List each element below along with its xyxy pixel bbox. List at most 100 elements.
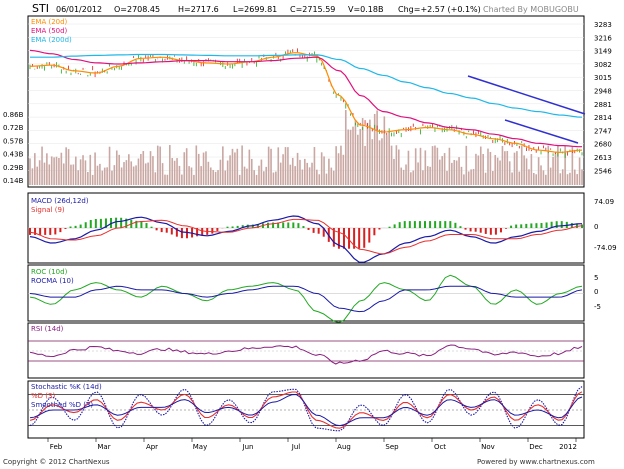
volume-bar: [169, 145, 171, 185]
macd-histogram-bar: [505, 228, 508, 229]
volume-bar: [506, 151, 509, 185]
x-tick-label: Jun: [242, 443, 254, 451]
macd-histogram-bar: [89, 220, 92, 228]
macd-histogram-bar: [489, 228, 492, 235]
macd-histogram-bar: [373, 228, 376, 236]
macd-histogram-bar: [449, 221, 452, 228]
macd-histogram-bar: [231, 226, 234, 228]
volume-bar: [55, 156, 58, 185]
macd-histogram-bar: [287, 222, 290, 228]
volume-bar: [349, 129, 352, 185]
volume-bar: [190, 167, 193, 185]
volume-bar: [258, 165, 260, 185]
volume-bar: [118, 154, 120, 185]
macd-legend: MACD (26d,12d): [31, 197, 89, 205]
volume-bar: [48, 164, 51, 185]
volume-bar: [226, 160, 229, 185]
volume-bar: [135, 165, 137, 185]
macd-histogram-bar: [484, 228, 487, 234]
copyright-label: Copyright © 2012 ChartNexus: [3, 458, 110, 466]
volume-bar: [532, 173, 535, 185]
volume-bar: [67, 149, 70, 185]
volume-bar: [43, 162, 46, 185]
volume-bar: [373, 113, 376, 185]
ema200-legend: EMA (200d): [31, 36, 72, 44]
volume-bar: [111, 170, 113, 185]
macd-histogram-bar: [59, 228, 62, 233]
volume-bar: [164, 174, 166, 185]
volume-bar: [573, 169, 576, 185]
volume-bar: [120, 167, 123, 185]
volume-bar: [455, 160, 458, 185]
macd-histogram-bar: [530, 223, 533, 228]
volume-bar: [405, 164, 407, 185]
macd-histogram-bar: [170, 228, 173, 235]
volume-bar: [294, 166, 296, 185]
volume-bar: [142, 151, 145, 185]
macd-histogram-bar: [464, 228, 467, 230]
volume-bar: [296, 152, 299, 185]
price-tick-label: 3015: [594, 74, 612, 82]
volume-bar: [561, 169, 564, 185]
price-tick-label: 2948: [594, 88, 612, 96]
volume-bar: [487, 148, 489, 185]
volume-axis-ticks: 0.86B 0.72B 0.57B 0.43B 0.29B 0.14B: [3, 111, 24, 185]
roc-tick-label: 5: [594, 274, 598, 282]
volume-bar: [354, 119, 357, 185]
volume-bar: [311, 162, 313, 185]
price-tick-label: 2680: [594, 141, 612, 149]
volume-bar: [489, 151, 492, 185]
volume-bar: [484, 172, 487, 185]
volume-bar: [115, 150, 118, 185]
volume-bar: [441, 156, 443, 185]
macd-histogram-bar: [358, 228, 361, 249]
volume-bar: [576, 174, 578, 185]
volume-bar: [166, 174, 169, 185]
macd-histogram-bar: [398, 222, 401, 228]
volume-bar: [446, 170, 448, 185]
volume-bar: [496, 157, 499, 185]
volume-bar: [284, 147, 287, 185]
macd-histogram-bar: [292, 222, 295, 228]
price-tick-label: 2613: [594, 154, 612, 162]
roc-legend: ROC (10d): [31, 268, 68, 276]
volume-bar: [74, 156, 77, 185]
volume-bar: [306, 162, 309, 185]
rocma-legend: ROCMA (10): [31, 277, 74, 285]
open-label: O=2708.45: [114, 5, 160, 14]
macd-histogram-bar: [120, 217, 123, 228]
volume-bar: [313, 147, 316, 185]
volume-bar: [229, 155, 231, 185]
roc-panel: ROC (10d) ROCMA (10) 5 0 -5: [27, 264, 601, 324]
macd-histogram-bar: [560, 221, 563, 228]
macd-histogram-bar: [84, 222, 87, 228]
volume-bar: [492, 171, 494, 185]
volume-bar: [467, 171, 470, 185]
price-tick-label: 2747: [594, 127, 612, 135]
volume-bar: [299, 159, 301, 185]
volume-bar: [426, 166, 429, 185]
volume-bar: [470, 169, 472, 185]
volume-bar: [525, 158, 528, 185]
volume-bar: [231, 148, 234, 185]
price-tick-label: 3283: [594, 21, 612, 29]
price-axis-ticks: 3283 3216 3149 3082 3015 2948 2881 2814 2747 2680…: [594, 21, 612, 175]
volume-bar: [479, 146, 482, 185]
volume-bar: [383, 116, 386, 185]
macd-histogram-bar: [418, 221, 421, 228]
volume-bar: [193, 174, 195, 185]
x-tick-label: Feb: [50, 443, 63, 451]
volume-bar: [458, 157, 460, 185]
volume-bar: [272, 172, 275, 185]
volume-bar: [352, 126, 354, 185]
volume-bar: [103, 167, 106, 185]
ema50-legend: EMA (50d): [31, 27, 68, 35]
rsi-panel: RSI (14d): [27, 322, 585, 379]
volume-bar: [407, 150, 410, 185]
volume-bar: [475, 153, 477, 185]
volume-bar: [287, 147, 289, 185]
volume-bar: [335, 146, 337, 185]
volume-bar: [140, 153, 142, 185]
volume-bar: [340, 145, 342, 185]
macd-histogram-bar: [363, 228, 366, 248]
